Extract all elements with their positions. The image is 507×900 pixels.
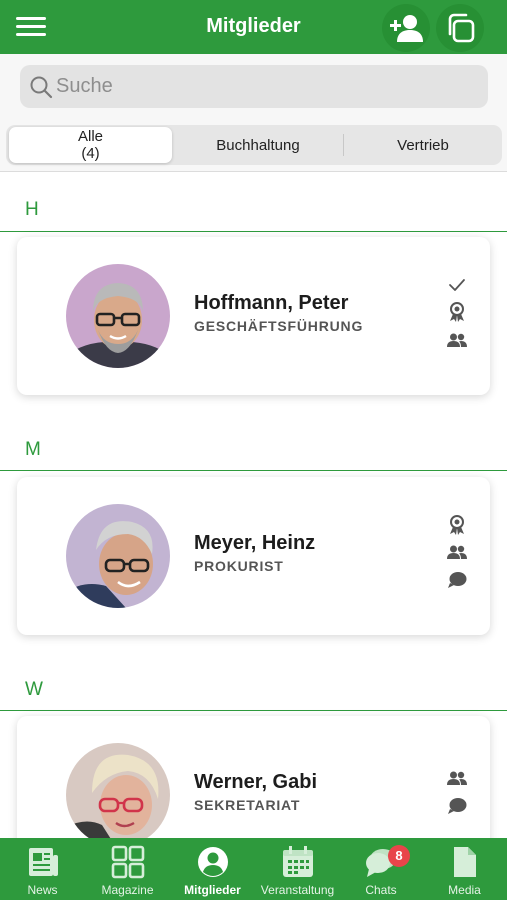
tab-vertrieb[interactable]: Vertrieb [344,125,502,165]
member-role: PROKURIST [194,558,284,574]
copy-icon [448,13,475,43]
bottom-navigation: News Magazine Mitglieder Veranstaltung 8 [0,838,507,900]
segmented-control: Alle (4) Buchhaltung Vertrieb [6,125,502,165]
tab-alle-label: Alle [77,128,103,145]
nav-magazine-label: Magazine [101,883,154,897]
nav-mitglieder-label: Mitglieder [184,883,241,897]
top-bar: Mitglieder [0,0,507,54]
search-placeholder: Suche [56,75,113,97]
member-name: Werner, Gabi [194,771,318,793]
section-header-w: W [25,679,43,700]
nav-mitglieder[interactable]: Mitglieder [170,838,255,900]
nav-chats[interactable]: 8 Chats [340,838,422,900]
avatar [66,264,170,368]
tab-alle-count: (4) [81,145,100,162]
nav-news-label: News [27,883,58,897]
section-header-m: M [25,439,41,460]
nav-magazine[interactable]: Magazine [85,838,170,900]
copy-button[interactable] [436,4,484,52]
calendar-icon [280,844,316,880]
group-icon [447,768,467,788]
section-header-h: H [25,199,39,220]
nav-veranstaltung-label: Veranstaltung [260,883,335,897]
member-role: SEKRETARIAT [194,797,301,813]
nav-chats-label: Chats [365,883,397,897]
award-icon [447,515,467,535]
member-card-meyer[interactable]: Meyer, Heinz PROKURIST [17,477,490,635]
newspaper-icon [25,844,61,880]
document-icon [447,844,483,880]
section-divider [0,470,507,471]
filter-bar: Alle (4) Buchhaltung Vertrieb [0,118,507,172]
search-icon [30,76,53,99]
search-area: Suche [0,54,507,118]
chats-unread-badge: 8 [388,845,410,867]
member-role: GESCHÄFTSFÜHRUNG [194,318,364,334]
avatar [66,504,170,608]
search-input[interactable]: Suche [20,65,488,108]
chat-bubble-icon [447,796,467,816]
tab-vertrieb-label: Vertrieb [397,136,449,154]
tab-buchhaltung[interactable]: Buchhaltung [174,125,342,165]
member-card-hoffmann[interactable]: Hoffmann, Peter GESCHÄFTSFÜHRUNG [17,237,490,395]
nav-news[interactable]: News [0,838,85,900]
add-member-button[interactable] [382,4,430,52]
nav-media-label: Media [448,883,481,897]
add-person-icon [390,15,423,42]
award-icon [447,302,467,322]
grid-icon [110,844,146,880]
chat-bubble-icon [447,570,467,590]
member-name: Meyer, Heinz [194,532,316,554]
section-divider [0,710,507,711]
checkmark-icon [447,275,467,295]
page-title: Mitglieder [206,15,301,37]
group-icon [447,330,467,350]
section-divider [0,231,507,232]
nav-media[interactable]: Media [422,838,507,900]
member-name: Hoffmann, Peter [194,292,349,314]
nav-veranstaltung[interactable]: Veranstaltung [255,838,340,900]
app-root: Mitglieder Suche Alle (4) Buchhaltung Ve… [0,0,507,900]
group-icon [447,542,467,562]
user-circle-icon [195,844,231,880]
tab-alle[interactable]: Alle (4) [9,127,172,163]
tab-buchhaltung-label: Buchhaltung [216,136,300,154]
avatar [66,743,170,847]
